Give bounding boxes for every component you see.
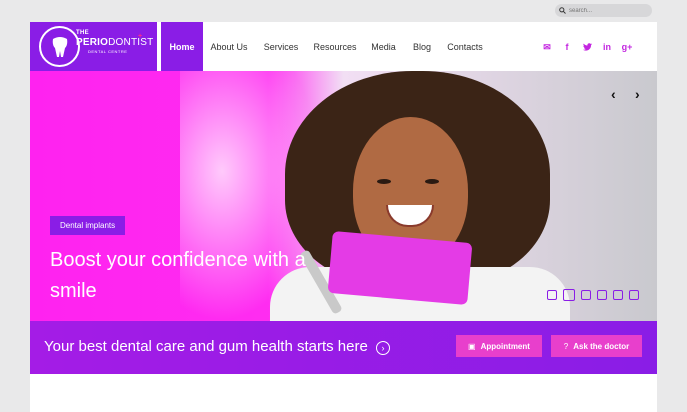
question-icon: ? <box>563 341 569 351</box>
twitter-icon[interactable] <box>577 40 597 54</box>
linkedin-icon[interactable]: in <box>597 40 617 54</box>
nav-home[interactable]: Home <box>161 22 203 71</box>
logo-subtitle: DENTAL CENTRE <box>88 49 128 54</box>
nav-media[interactable]: Media <box>363 22 404 71</box>
nav-contacts[interactable]: Contacts <box>440 22 490 71</box>
chevron-right-circle-icon[interactable]: › <box>376 341 390 355</box>
slider-pagination <box>547 289 639 301</box>
calendar-icon: ▣ <box>468 341 476 351</box>
slider-dot[interactable] <box>613 290 623 300</box>
slider-dot[interactable] <box>547 290 557 300</box>
appointment-button[interactable]: ▣ Appointment <box>456 335 542 357</box>
logo[interactable]: THE PERIODONTIST + DENTAL CENTRE <box>30 22 157 71</box>
social-links: ✉ f in g+ <box>537 40 637 54</box>
header: THE PERIODONTIST + DENTAL CENTRE Home Ab… <box>30 22 657 71</box>
main-nav: Home About Us Services Resources Media B… <box>161 22 490 71</box>
search-icon <box>559 7 566 14</box>
site-container: THE PERIODONTIST + DENTAL CENTRE Home Ab… <box>30 22 657 412</box>
hero-slider: Dental implants Boost your confidence wi… <box>30 71 657 321</box>
nav-services[interactable]: Services <box>255 22 307 71</box>
search-box[interactable] <box>555 4 652 17</box>
slider-dot[interactable] <box>597 290 607 300</box>
slider-next-arrow-icon[interactable]: › <box>635 86 640 102</box>
slider-prev-arrow-icon[interactable]: ‹ <box>611 86 616 102</box>
nav-resources[interactable]: Resources <box>307 22 363 71</box>
slider-dot[interactable] <box>629 290 639 300</box>
facebook-icon[interactable]: f <box>557 40 577 54</box>
mail-icon[interactable]: ✉ <box>537 40 557 54</box>
cta-band: Your best dental care and gum health sta… <box>30 321 657 374</box>
slide-headline: Boost your confidence with a smile <box>50 249 306 302</box>
google-plus-icon[interactable]: g+ <box>617 40 637 54</box>
logo-plus-mark: + <box>138 33 143 40</box>
search-input[interactable] <box>569 7 649 14</box>
top-search-bar <box>555 4 652 17</box>
slider-dot[interactable] <box>581 290 591 300</box>
cta-tagline: Your best dental care and gum health sta… <box>44 338 368 355</box>
ask-the-doctor-button[interactable]: ? Ask the doctor <box>551 335 642 357</box>
nav-blog[interactable]: Blog <box>404 22 440 71</box>
tooth-logo-icon <box>39 26 80 67</box>
slider-dot-active[interactable] <box>563 289 575 301</box>
logo-the: THE <box>76 30 89 36</box>
slide-category-badge[interactable]: Dental implants <box>50 216 126 235</box>
nav-about-us[interactable]: About Us <box>203 22 255 71</box>
